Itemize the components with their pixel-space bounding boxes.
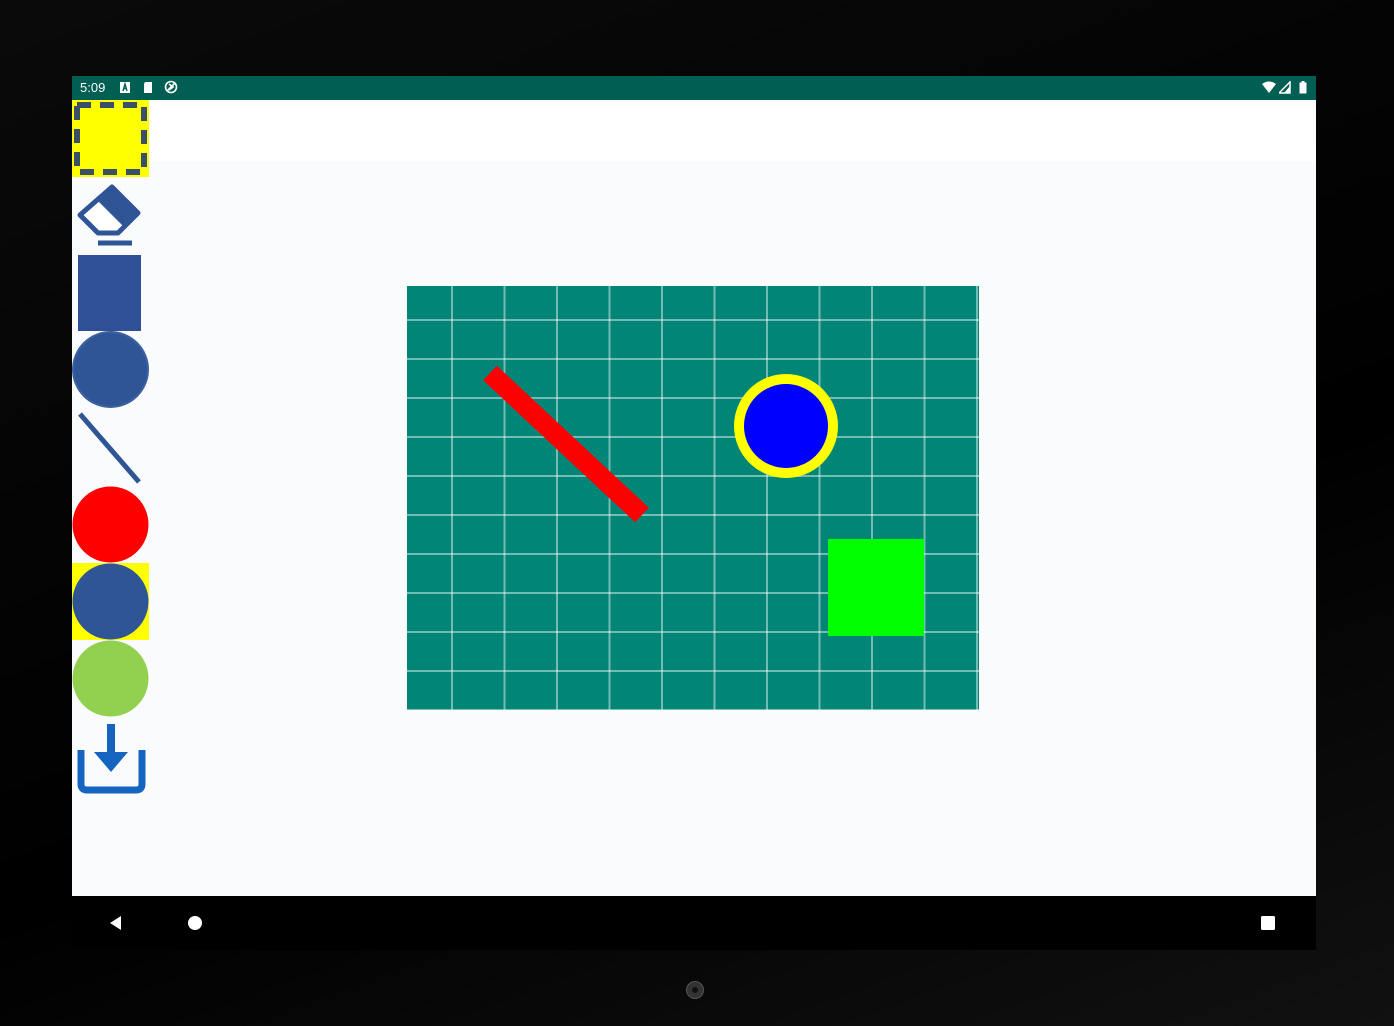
color-red-button[interactable] bbox=[72, 486, 149, 563]
back-icon[interactable] bbox=[108, 915, 124, 931]
green-color-swatch bbox=[72, 640, 149, 717]
status-bar: 5:09 bbox=[72, 76, 1316, 100]
square-icon bbox=[78, 255, 141, 332]
save-tool-button[interactable] bbox=[72, 718, 149, 795]
signal-icon bbox=[1279, 81, 1291, 94]
tool-palette bbox=[72, 100, 150, 800]
line-tool-button[interactable] bbox=[72, 408, 149, 485]
front-camera bbox=[686, 981, 704, 999]
line-icon bbox=[78, 412, 141, 484]
device-screen: 5:09 bbox=[72, 76, 1316, 950]
wifi-icon bbox=[1262, 81, 1276, 93]
sync-icon bbox=[164, 80, 178, 94]
dashed-selection-icon bbox=[74, 102, 147, 175]
red-color-swatch bbox=[72, 486, 149, 563]
green-rectangle-shape bbox=[828, 539, 924, 636]
navigation-bar bbox=[72, 896, 1316, 950]
eraser-tool-button[interactable] bbox=[72, 177, 149, 254]
eraser-icon bbox=[77, 184, 141, 246]
blue-circle-shape bbox=[734, 374, 838, 478]
download-icon bbox=[77, 724, 146, 794]
drawing-canvas[interactable] bbox=[407, 286, 979, 710]
color-green-button[interactable] bbox=[72, 640, 149, 717]
status-time: 5:09 bbox=[80, 80, 106, 95]
canvas-shapes bbox=[483, 365, 924, 636]
app-header bbox=[72, 100, 1316, 162]
home-icon[interactable] bbox=[187, 915, 203, 931]
select-tool-button[interactable] bbox=[72, 100, 149, 177]
color-blue-button[interactable] bbox=[72, 563, 149, 640]
a-notification-icon bbox=[120, 81, 130, 93]
sd-card-icon bbox=[144, 82, 152, 93]
circle-tool-button[interactable] bbox=[72, 331, 149, 408]
rectangle-tool-button[interactable] bbox=[72, 254, 149, 332]
blue-color-swatch bbox=[72, 563, 149, 640]
red-line-shape bbox=[483, 365, 649, 523]
circle-icon bbox=[72, 331, 149, 408]
recents-icon[interactable] bbox=[1261, 916, 1275, 930]
camera-lens bbox=[692, 987, 698, 993]
battery-icon bbox=[1299, 81, 1307, 94]
